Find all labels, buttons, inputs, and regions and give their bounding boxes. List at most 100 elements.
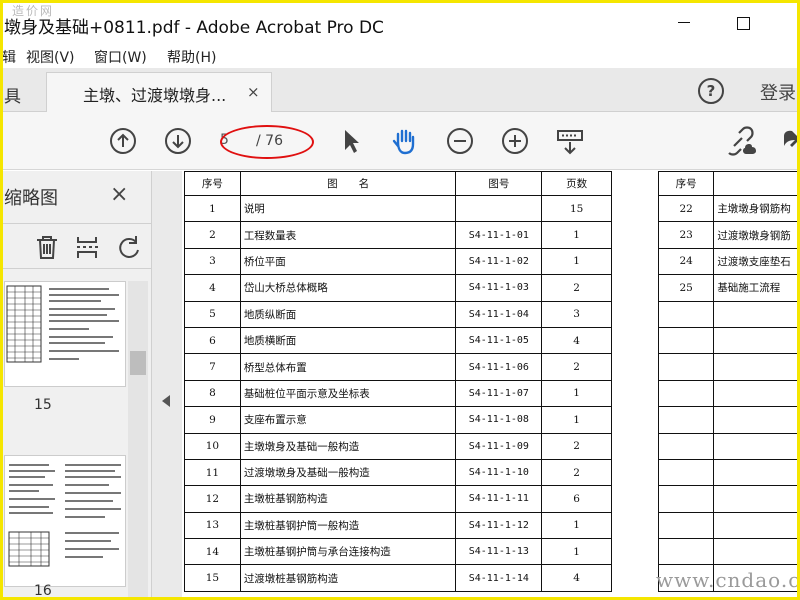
tab-document[interactable]: 主墩、过渡墩墩身... × [46, 72, 272, 113]
table-row [657, 353, 800, 381]
drawing-code: S4-11-1-06 [455, 353, 543, 381]
table-header-row: 序号 图 名 图号 页数 [184, 171, 612, 196]
tab-tools[interactable]: 具 [0, 74, 46, 112]
panel-close-icon[interactable]: × [110, 182, 128, 207]
menu-window[interactable]: 窗口(W) [94, 47, 147, 67]
rotate-icon[interactable] [116, 234, 142, 260]
row-number: 3 [184, 247, 241, 276]
scrollbar-thumb[interactable] [130, 351, 146, 375]
thumbnail-scrollbar[interactable] [128, 281, 148, 600]
menu-view[interactable]: 视图(V) [26, 47, 75, 67]
table-row [657, 485, 800, 513]
page-count: 3 [541, 300, 612, 328]
row-number: 1 [184, 194, 241, 223]
panel-collapse-strip[interactable] [152, 171, 182, 600]
page-count: 1 [541, 221, 612, 249]
maximize-button[interactable] [728, 10, 758, 36]
table-row: 2 工程数量表 S4-11-1-01 1 [184, 221, 612, 249]
page-count: 15 [541, 194, 612, 223]
drawing-name: 过渡墩墩身钢筋 [713, 221, 800, 249]
drawing-code: S4-11-1-10 [455, 458, 543, 487]
drawing-code: S4-11-1-07 [455, 379, 543, 408]
next-page-icon[interactable] [163, 126, 193, 156]
row-number [657, 379, 715, 408]
table-row: 3 桥位平面 S4-11-1-02 1 [184, 247, 612, 276]
row-number [657, 326, 715, 355]
page-count: 2 [541, 458, 612, 487]
drawing-name: 主墩墩身钢筋构 [713, 194, 800, 223]
row-number: 24 [657, 247, 715, 276]
drawing-name: 工程数量表 [239, 221, 457, 249]
drawing-name: 桥型总体布置 [239, 353, 457, 381]
more-icon[interactable] [778, 126, 800, 156]
extract-icon[interactable] [74, 234, 100, 260]
row-number: 22 [657, 194, 715, 223]
table-row: 6 地质横断面 S4-11-1-05 4 [184, 326, 612, 355]
row-number: 15 [184, 564, 241, 592]
table-row [657, 379, 800, 408]
row-number [657, 406, 715, 434]
page-count: 2 [541, 274, 612, 302]
zoom-in-icon[interactable] [500, 126, 530, 156]
thumbnail-page-15[interactable] [4, 281, 126, 387]
table-row [657, 511, 800, 540]
drawing-name [713, 379, 800, 408]
page-count: 2 [541, 353, 612, 381]
drawing-code: S4-11-1-05 [455, 326, 543, 355]
annotation-ring [220, 125, 314, 159]
table-row: 11 过渡墩墩身及基础一般构造 S4-11-1-10 2 [184, 458, 612, 487]
share-link-icon[interactable] [728, 126, 758, 156]
toolbar: 5 / 76 [0, 112, 800, 170]
previous-page-icon[interactable] [108, 126, 138, 156]
row-number: 7 [184, 353, 241, 381]
drawing-name [713, 353, 800, 381]
drawing-name [713, 300, 800, 328]
row-number: 2 [184, 221, 241, 249]
thumbnail-page-16[interactable] [4, 455, 126, 587]
collapse-arrow-icon[interactable] [162, 395, 170, 407]
table-row: 1 说明 15 [184, 194, 612, 223]
table-row: 9 支座布置示意 S4-11-1-08 1 [184, 406, 612, 434]
row-number: 8 [184, 379, 241, 408]
row-number: 9 [184, 406, 241, 434]
drawing-name: 主墩桩基钢护筒一般构造 [239, 511, 457, 540]
zoom-out-icon[interactable] [445, 126, 475, 156]
delete-icon[interactable] [34, 234, 60, 260]
tab-close-icon[interactable]: × [247, 83, 260, 101]
page-count: 4 [541, 326, 612, 355]
drawing-name [713, 511, 800, 540]
help-icon[interactable]: ? [698, 78, 724, 104]
row-number [657, 538, 715, 566]
table-row [657, 300, 800, 328]
thumbnail-label-15: 15 [34, 397, 52, 413]
drawing-code: S4-11-1-04 [455, 300, 543, 328]
hand-tool-icon[interactable] [390, 126, 420, 156]
row-number [657, 485, 715, 513]
row-number: 11 [184, 458, 241, 487]
menu-edit[interactable]: 辑 [2, 47, 16, 67]
drawing-code: S4-11-1-11 [455, 485, 543, 513]
drawing-code: S4-11-1-08 [455, 406, 543, 434]
drawing-code: S4-11-1-02 [455, 247, 543, 276]
page-count: 2 [541, 432, 612, 460]
login-button[interactable]: 登录 [760, 79, 796, 105]
menu-help[interactable]: 帮助(H) [167, 47, 216, 67]
tab-document-label: 主墩、过渡墩墩身... [83, 86, 227, 105]
row-number: 23 [657, 221, 715, 249]
document-view[interactable]: 序号 图 名 图号 页数 1 说明 15 2 工程数量表 S4-11-1-01 1 3 桥位平面… [182, 171, 800, 600]
fit-page-icon[interactable] [555, 126, 585, 156]
select-arrow-icon[interactable] [336, 126, 366, 156]
table-row: 24 过渡墩支座垫石 [657, 247, 800, 276]
page-count: 1 [541, 406, 612, 434]
table-row: 8 基础桩位平面示意及坐标表 S4-11-1-07 1 [184, 379, 612, 408]
table-row: 10 主墩墩身及基础一般构造 S4-11-1-09 2 [184, 432, 612, 460]
thumbnail-panel: 缩略图 × 15 16 [0, 171, 152, 600]
table-row [657, 326, 800, 355]
table-row: 25 基础施工流程 [657, 274, 800, 302]
thumbnail-preview [6, 285, 119, 363]
row-number [657, 353, 715, 381]
drawing-name [713, 485, 800, 513]
drawing-name: 主墩墩身及基础一般构造 [239, 432, 457, 460]
page-count: 1 [541, 379, 612, 408]
minimize-button[interactable] [670, 10, 700, 36]
